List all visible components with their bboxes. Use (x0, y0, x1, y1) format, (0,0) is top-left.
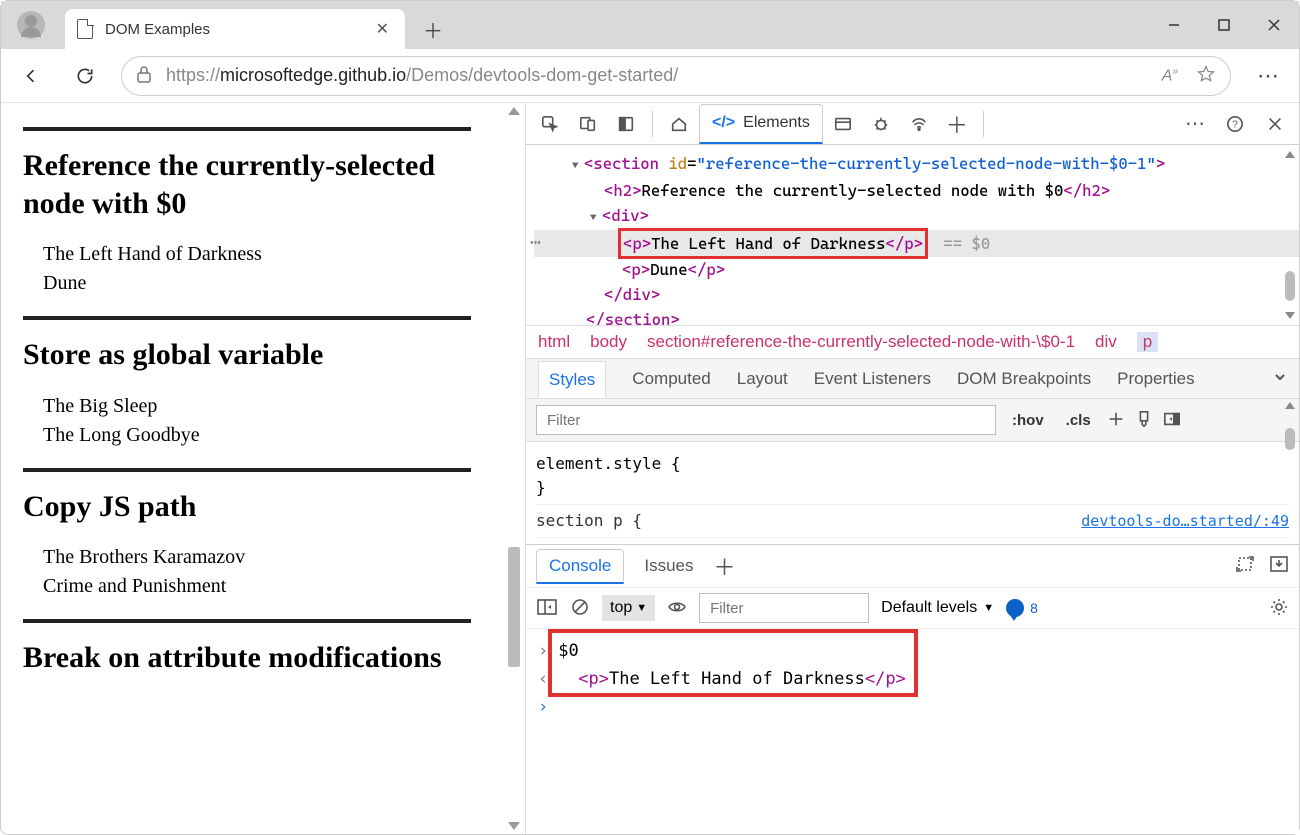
tab-title: DOM Examples (105, 21, 210, 38)
close-window-button[interactable] (1249, 7, 1299, 43)
section-heading: Store as global variable (23, 336, 471, 374)
live-expression-icon[interactable] (667, 599, 687, 618)
more-tabs-icon[interactable]: ＋ (939, 106, 975, 142)
paint-brush-icon[interactable] (1135, 410, 1153, 431)
console-context-select[interactable]: top ▼ (602, 595, 655, 621)
section-heading: Reference the currently-selected node wi… (23, 147, 471, 222)
styles-filter-row: :hov .cls (526, 399, 1299, 442)
log-levels-select[interactable]: Default levels ▼ (881, 599, 994, 617)
url-text: https://microsoftedge.github.io/Demos/de… (166, 65, 678, 86)
properties-tab[interactable]: Properties (1117, 369, 1194, 389)
profile-avatar[interactable] (17, 11, 45, 39)
maximize-button[interactable] (1199, 7, 1249, 43)
page-content-pane: Reference the currently-selected node wi… (1, 103, 526, 834)
styles-rules[interactable]: element.style { } devtools-do…started/:4… (526, 442, 1299, 544)
console-sidebar-toggle-icon[interactable] (536, 598, 558, 619)
bug-icon[interactable] (863, 106, 899, 142)
console-drawer: Console Issues ＋ top ▼ Default levels ▼ … (526, 544, 1299, 729)
refresh-button[interactable] (67, 58, 103, 94)
read-aloud-icon[interactable]: A» (1162, 66, 1178, 85)
rule-source-link[interactable]: devtools-do…started/:49 (1081, 509, 1289, 533)
browser-toolbar: https://microsoftedge.github.io/Demos/de… (1, 49, 1299, 103)
computed-tab[interactable]: Computed (632, 369, 710, 389)
styles-scrollbar[interactable] (1285, 442, 1295, 544)
console-tab[interactable]: Console (536, 549, 624, 584)
favorite-icon[interactable] (1196, 64, 1216, 87)
layout-tab[interactable]: Layout (737, 369, 788, 389)
inspect-element-icon[interactable] (532, 106, 568, 142)
browser-tab[interactable]: DOM Examples ✕ (65, 9, 405, 49)
welcome-tab-icon[interactable] (661, 106, 697, 142)
section-body: The Left Hand of Darkness Dune (23, 240, 471, 298)
section-heading: Copy JS path (23, 488, 471, 526)
minimize-button[interactable] (1149, 7, 1199, 43)
dom-breadcrumb[interactable]: html body section#reference-the-currentl… (526, 325, 1299, 359)
dom-tree-scrollbar[interactable] (1285, 151, 1295, 319)
section-body: The Big Sleep The Long Goodbye (23, 392, 471, 450)
event-listeners-tab[interactable]: Event Listeners (814, 369, 931, 389)
close-tab-icon[interactable]: ✕ (372, 15, 393, 43)
elements-tab[interactable]: </> Elements (699, 104, 823, 144)
hov-toggle[interactable]: :hov (1006, 408, 1050, 433)
help-icon[interactable]: ? (1217, 106, 1253, 142)
dock-side-icon[interactable] (608, 106, 644, 142)
document-icon (77, 19, 93, 39)
chevron-down-icon[interactable] (1273, 369, 1287, 389)
console-settings-icon[interactable] (1269, 597, 1289, 620)
devtools-tabbar: </> Elements ＋ ⋯ ? (526, 103, 1299, 145)
lock-icon (136, 65, 152, 86)
console-filter-input[interactable] (699, 593, 869, 623)
dom-tree[interactable]: ▼<section id="reference-the-currently-se… (526, 145, 1299, 325)
devtools-close-icon[interactable] (1257, 106, 1293, 142)
new-tab-button[interactable]: ＋ (417, 13, 449, 45)
styles-filter-input[interactable] (536, 405, 996, 435)
browser-menu-button[interactable]: ⋯ (1249, 63, 1287, 89)
drawer-collapse-icon[interactable] (1269, 555, 1289, 578)
device-toolbar-icon[interactable] (570, 106, 606, 142)
sources-tab-icon[interactable] (825, 106, 861, 142)
address-bar[interactable]: https://microsoftedge.github.io/Demos/de… (121, 56, 1231, 96)
styles-tabbar: Styles Computed Layout Event Listeners D… (526, 359, 1299, 399)
kebab-menu-icon[interactable]: ⋯ (1177, 106, 1213, 142)
more-drawer-tabs-icon[interactable]: ＋ (714, 550, 736, 582)
drawer-expand-icon[interactable] (1235, 555, 1255, 578)
devtools-panel: </> Elements ＋ ⋯ ? ▼<section id="referen… (526, 103, 1299, 834)
issues-count-badge[interactable]: 8 (1006, 599, 1038, 617)
issues-tab[interactable]: Issues (644, 556, 693, 576)
network-icon[interactable] (901, 106, 937, 142)
svg-text:?: ? (1232, 119, 1238, 130)
window-titlebar: DOM Examples ✕ ＋ (1, 1, 1299, 49)
console-output[interactable]: ›$0 ‹<p>The Left Hand of Darkness</p> › (526, 629, 1299, 729)
window-controls (1149, 7, 1299, 43)
toggle-sidebar-icon[interactable] (1163, 410, 1181, 431)
new-style-rule-icon[interactable] (1107, 410, 1125, 431)
cls-toggle[interactable]: .cls (1060, 408, 1097, 433)
dom-breakpoints-tab[interactable]: DOM Breakpoints (957, 369, 1091, 389)
clear-console-icon[interactable] (570, 597, 590, 620)
back-button[interactable] (13, 58, 49, 94)
styles-tab[interactable]: Styles (538, 361, 606, 398)
page-scrollbar[interactable] (506, 107, 522, 830)
code-icon: </> (712, 114, 735, 132)
section-heading: Break on attribute modifications (23, 639, 471, 677)
section-body: The Brothers Karamazov Crime and Punishm… (23, 543, 471, 601)
